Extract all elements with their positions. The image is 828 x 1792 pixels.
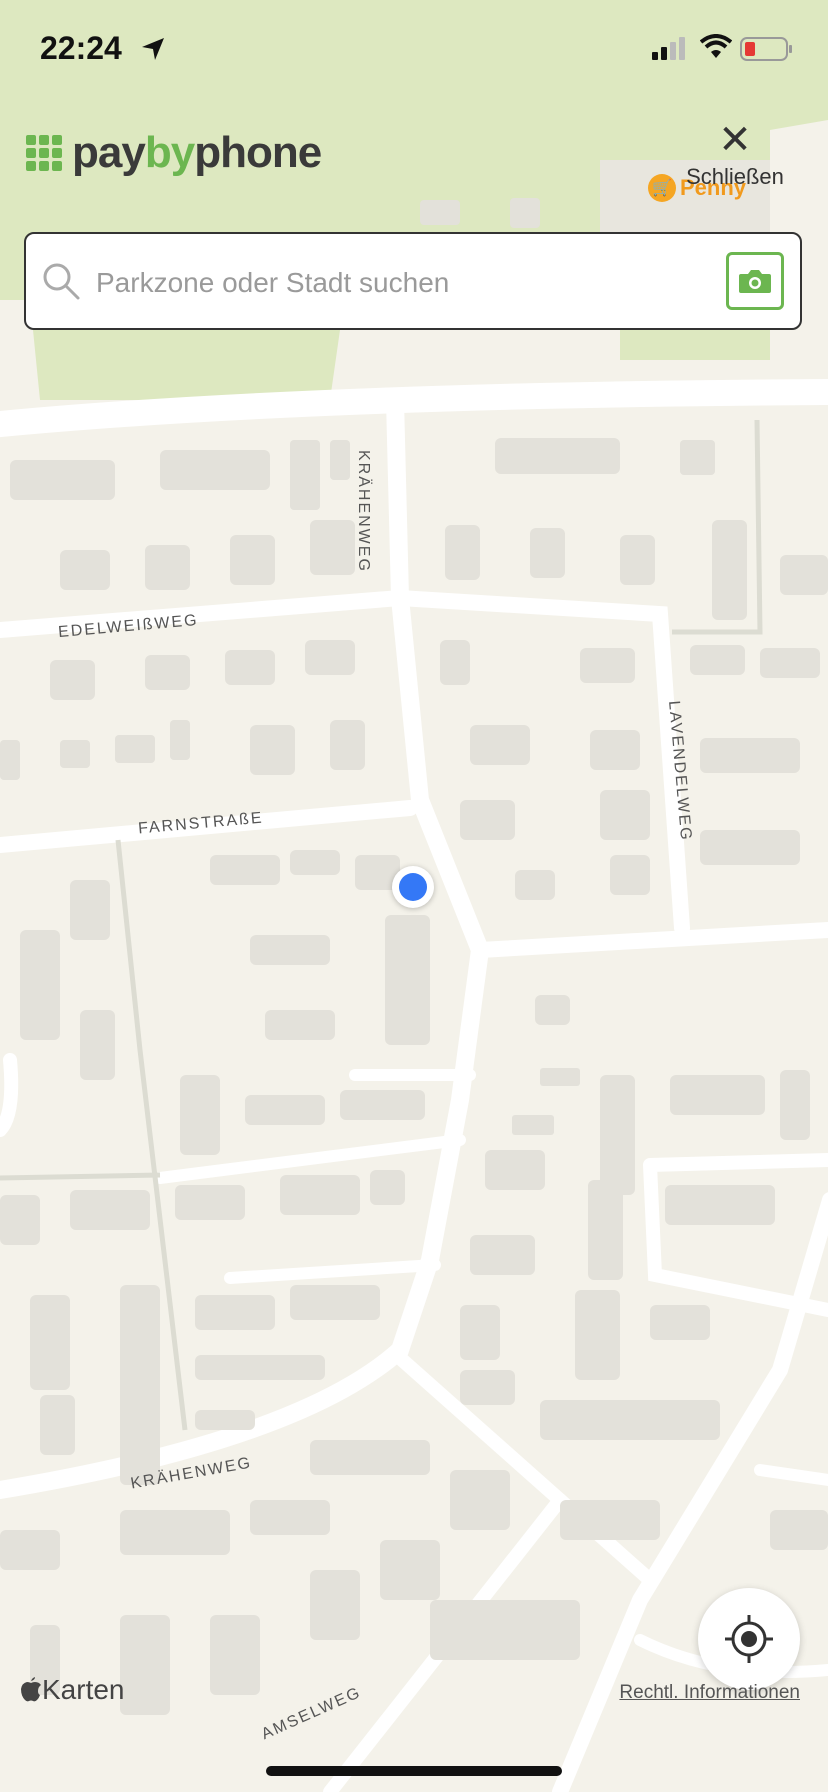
battery-icon [740, 37, 792, 61]
close-button[interactable]: ✕ Schließen [680, 120, 790, 190]
street-label: KRÄHENWEG [355, 450, 372, 573]
close-icon: ✕ [718, 118, 752, 162]
maps-attribution: Karten [20, 1674, 125, 1706]
close-label: Schließen [686, 164, 784, 189]
search-icon [43, 263, 80, 300]
logo-text: paybyphone [72, 128, 322, 177]
home-indicator [266, 1766, 562, 1776]
shopping-cart-icon: 🛒 [648, 174, 676, 202]
locate-button[interactable] [698, 1588, 800, 1690]
status-bar: 22:24 [0, 0, 828, 100]
search-bar[interactable] [24, 232, 802, 330]
camera-button[interactable] [726, 252, 784, 310]
user-location-dot [392, 866, 434, 908]
logo-grid-icon [26, 135, 62, 171]
cellular-signal-icon [652, 37, 685, 60]
apple-icon [21, 1677, 41, 1702]
legal-info-link[interactable]: Rechtl. Informationen [619, 1682, 800, 1704]
paybyphone-logo: paybyphone [26, 128, 322, 178]
location-arrow-icon [142, 38, 164, 60]
locate-icon [725, 1615, 773, 1663]
search-input[interactable] [94, 254, 718, 312]
status-time: 22:24 [40, 30, 122, 66]
camera-icon [739, 270, 771, 293]
maps-label: Karten [42, 1674, 125, 1705]
wifi-icon [700, 34, 732, 58]
